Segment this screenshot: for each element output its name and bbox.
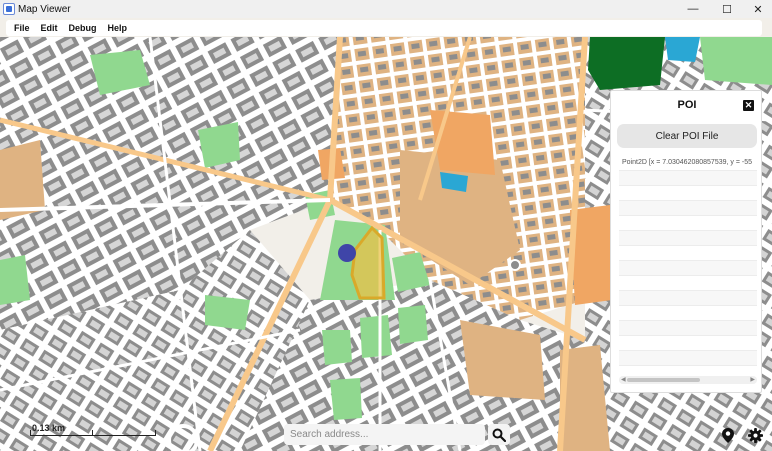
app-icon	[3, 3, 15, 15]
park-far-west	[0, 255, 30, 305]
window-close-button[interactable]: ✕	[744, 0, 772, 18]
poi-list-empty-row	[619, 321, 757, 336]
minimize-button[interactable]: —	[676, 0, 710, 18]
poi-panel: POI ✕ Clear POI File Point2D [x = 7.0304…	[610, 90, 762, 393]
poi-list-empty-row	[619, 306, 757, 321]
menu-debug[interactable]: Debug	[69, 23, 97, 33]
map-scale-bar: 0.13 km	[30, 423, 156, 436]
poi-list-empty-row	[619, 216, 757, 231]
search-button[interactable]	[488, 424, 510, 445]
poi-list-empty-row	[619, 291, 757, 306]
scale-label: 0.13 km	[32, 423, 66, 433]
menu-edit[interactable]: Edit	[41, 23, 58, 33]
park-south-1	[322, 330, 352, 365]
poi-list-empty-row	[619, 351, 757, 366]
poi-list-item[interactable]: Point2D [x = 7.030462080857539, y = -55	[619, 156, 757, 171]
roundabout-small	[509, 259, 521, 271]
window-titlebar: Map Viewer — ☐ ✕	[0, 0, 772, 18]
poi-list-empty-row	[619, 231, 757, 246]
poi-list-empty-row	[619, 201, 757, 216]
settings-button[interactable]	[745, 426, 765, 444]
gear-icon	[747, 427, 763, 443]
poi-list-empty-row	[619, 171, 757, 186]
poi-list-empty-row	[619, 261, 757, 276]
menu-bar: File Edit Debug Help	[6, 20, 762, 36]
location-pin-icon	[722, 427, 734, 443]
poi-list-empty-row	[619, 186, 757, 201]
poi-horizontal-scrollbar[interactable]: ◀ ▶	[619, 376, 757, 384]
scale-tick	[92, 430, 93, 436]
poi-panel-title: POI	[677, 99, 697, 111]
park-south-4	[330, 378, 362, 420]
forest-area	[588, 37, 665, 90]
search-address-input[interactable]	[284, 424, 485, 445]
scroll-right-icon[interactable]: ▶	[750, 376, 755, 384]
water-lake	[665, 37, 700, 62]
park-south-3	[398, 305, 428, 344]
menu-help[interactable]: Help	[108, 23, 128, 33]
poi-list-empty-row	[619, 246, 757, 261]
industrial-area	[430, 110, 495, 175]
park-central-west	[198, 122, 240, 168]
scrollbar-thumb[interactable]	[627, 378, 700, 382]
poi-list-empty-row	[619, 336, 757, 351]
scroll-left-icon[interactable]: ◀	[621, 376, 626, 384]
poi-toggle-button[interactable]	[718, 426, 738, 444]
park-northeast	[700, 37, 772, 85]
menu-file[interactable]: File	[14, 23, 30, 33]
maximize-button[interactable]: ☐	[710, 0, 744, 18]
poi-list[interactable]: Point2D [x = 7.030462080857539, y = -55	[619, 156, 757, 368]
park-west	[205, 295, 250, 330]
search-icon	[492, 428, 506, 442]
poi-close-icon[interactable]: ✕	[743, 100, 754, 111]
window-title: Map Viewer	[18, 3, 71, 15]
park-south-2	[360, 315, 392, 358]
poi-marker[interactable]	[338, 244, 356, 262]
scale-tick	[155, 430, 156, 436]
clear-poi-file-button[interactable]: Clear POI File	[617, 124, 757, 148]
scale-tick	[30, 430, 31, 436]
poi-list-empty-row	[619, 276, 757, 291]
